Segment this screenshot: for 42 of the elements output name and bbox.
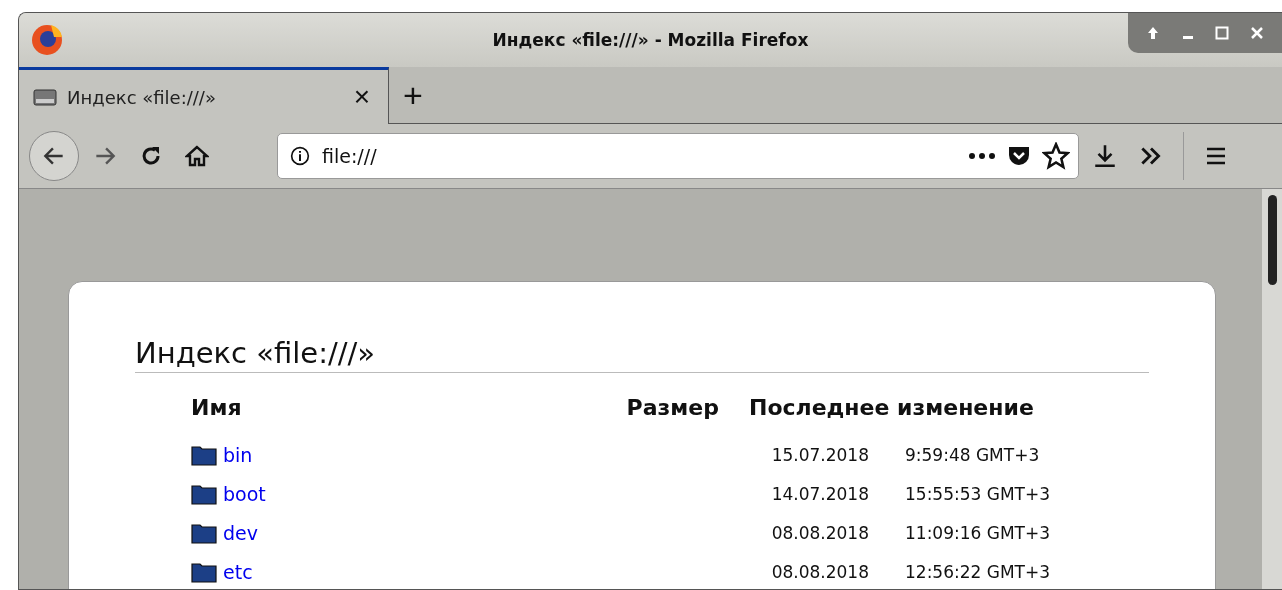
home-icon [185,144,209,168]
column-header: Размер [625,395,720,422]
folder-link[interactable]: dev [191,513,579,552]
pocket-icon [1006,144,1032,168]
address-field[interactable]: file:/// [320,144,958,168]
time-cell-text: 12:56:22 GMT+3 [905,560,1052,584]
more-dots-icon [968,151,996,161]
time-cell-text: 15:55:53 GMT+3 [905,482,1052,506]
folder-icon [191,443,217,466]
drive-icon [33,87,57,107]
close-icon [1249,26,1264,40]
date-cell-text: 15.07.2018 [770,443,870,467]
window-title: Индекс «file:///» - Mozilla Firefox [491,30,810,50]
folder-link[interactable]: boot [191,474,579,513]
browser-logo-icon [29,22,65,58]
tab-title: Индекс «file:///» [67,86,217,108]
scrollbar[interactable] [1262,189,1282,589]
folder-link[interactable]: etc [191,552,579,589]
time-cell-text: 9:59:48 GMT+3 [905,443,1041,467]
page-heading: Индекс «file:///» [135,336,1149,373]
star-icon [1042,142,1070,170]
browser-tab[interactable]: Индекс «file:///» × [19,67,389,124]
tab-close-button[interactable]: × [349,83,374,111]
back-button[interactable] [29,131,79,181]
folder-icon [191,482,217,505]
info-icon [290,146,310,166]
date-cell-text: 08.08.2018 [770,560,870,584]
address-bar[interactable]: file:/// [277,133,1079,179]
folder-link[interactable]: bin [191,435,579,474]
date-cell-text: 08.08.2018 [770,521,870,545]
column-header: Имя [191,395,243,422]
folder-icon [191,521,217,544]
up-arrow-icon [1146,26,1161,40]
folder-icon [191,560,217,583]
date-cell-text: 14.07.2018 [770,482,870,506]
minimize-icon [1182,35,1193,39]
maximize-icon [1215,26,1230,40]
new-tab-button[interactable]: + [389,67,437,123]
download-icon [1092,143,1118,169]
column-header: Последнее изменение [749,395,1035,422]
time-cell-text: 11:09:16 GMT+3 [905,521,1052,545]
scrollbar-thumb[interactable] [1267,195,1277,285]
